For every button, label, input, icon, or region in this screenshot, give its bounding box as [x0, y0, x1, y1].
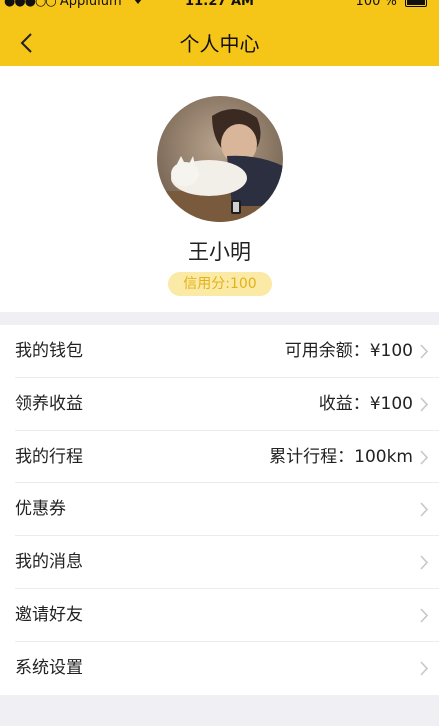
menu-item-label: 我的钱包 — [15, 341, 83, 361]
menu-item-label: 邀请好友 — [15, 604, 83, 625]
menu-item-label: 优惠券 — [15, 499, 66, 520]
avatar[interactable] — [157, 96, 283, 222]
menu-item-coupons[interactable]: 优惠券 — [0, 483, 439, 537]
menu-item-value: 累计行程：100km — [269, 446, 413, 467]
battery-percent: 100 % — [355, 0, 397, 9]
menu-item-settings[interactable]: 系统设置 — [0, 642, 439, 695]
avatar-photo — [157, 96, 283, 222]
menu-list: 我的钱包 可用余额：¥100 领养收益 收益：¥100 我的行程 累计行程：10… — [0, 325, 439, 695]
chevron-right-icon — [420, 661, 429, 676]
nav-bar: 个人中心 — [0, 20, 439, 66]
menu-item-label: 领养收益 — [15, 393, 83, 414]
menu-item-label: 系统设置 — [15, 657, 83, 678]
menu-item-label: 我的消息 — [15, 552, 83, 573]
chevron-right-icon — [420, 502, 429, 517]
page-title: 个人中心 — [179, 32, 260, 56]
menu-item-invite-friends[interactable]: 邀请好友 — [0, 589, 439, 642]
chevron-right-icon — [420, 608, 429, 623]
chevron-right-icon — [420, 555, 429, 570]
menu-item-wallet[interactable]: 我的钱包 可用余额：¥100 — [0, 325, 439, 378]
chevron-right-icon — [420, 450, 429, 465]
menu-item-adoption-earnings[interactable]: 领养收益 收益：¥100 — [0, 378, 439, 431]
menu-item-value: 可用余额：¥100 — [284, 341, 413, 361]
menu-item-messages[interactable]: 我的消息 — [0, 536, 439, 589]
menu-item-value: 收益：¥100 — [318, 393, 413, 414]
credit-score-badge: 信用分:100 — [168, 272, 272, 296]
battery-status: 100 % — [356, 0, 427, 9]
battery-icon — [405, 0, 427, 7]
menu-item-trips[interactable]: 我的行程 累计行程：100km — [0, 431, 439, 484]
menu-item-label: 我的行程 — [15, 446, 83, 467]
chevron-right-icon — [420, 344, 429, 359]
profile-header: 王小明 信用分:100 — [0, 66, 439, 312]
chevron-right-icon — [420, 397, 429, 412]
status-bar: ●●●○○ Appiuium 11:27 AM 100 % — [0, 0, 439, 20]
user-name: 王小明 — [188, 240, 251, 264]
